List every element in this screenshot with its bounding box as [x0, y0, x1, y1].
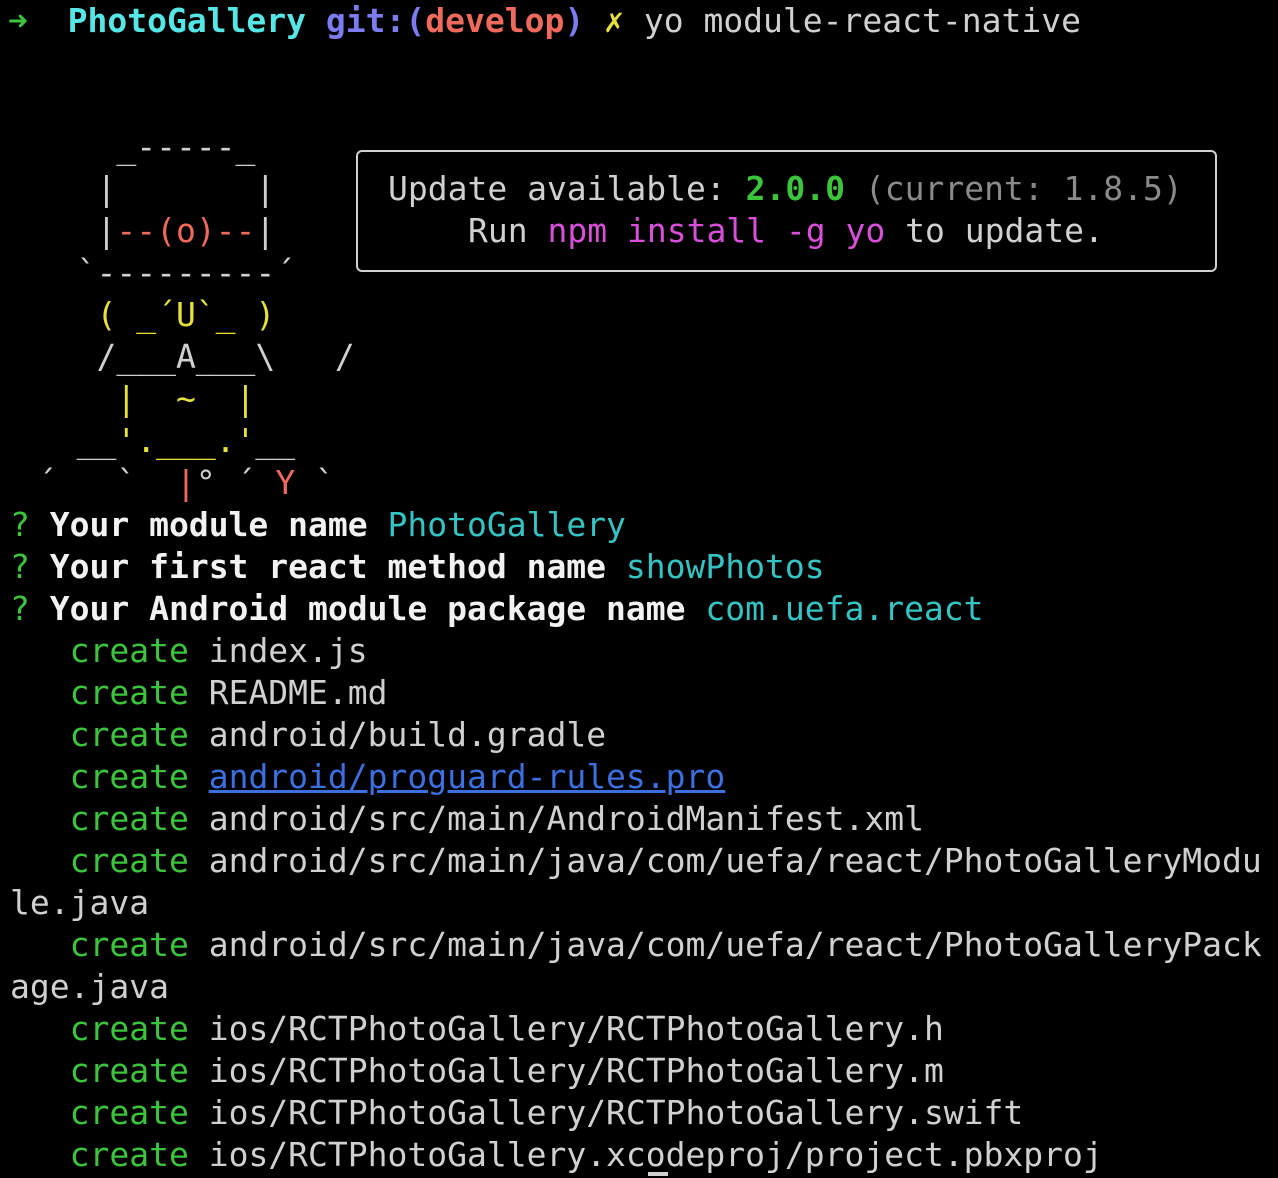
file-path: android/build.gradle: [208, 715, 607, 754]
question-line: ? Your first react method name showPhoto…: [10, 546, 825, 588]
update-available-line: Update available: 2.0.0 (current: 1.8.5): [388, 168, 1183, 210]
file-path: android/src/main/AndroidManifest.xml: [208, 799, 924, 838]
create-verb: create: [69, 1135, 189, 1174]
question-mark-icon: ?: [10, 505, 30, 544]
art-leg: Y: [275, 463, 296, 502]
file-path: android/src/main/java/com/uefa/react/Pho…: [208, 841, 1262, 880]
answer-text: PhotoGallery: [387, 505, 626, 544]
create-line: create README.md: [10, 672, 388, 714]
file-path-wrap: le.java: [10, 883, 150, 922]
question-line: ? Your module name PhotoGallery: [10, 504, 626, 546]
create-line: create ios/RCTPhotoGallery/RCTPhotoGalle…: [10, 1092, 1024, 1134]
text-cursor: [648, 1172, 668, 1176]
art-eye: --(o)--: [116, 211, 256, 250]
art-belt: '.___.': [116, 421, 256, 460]
cmd-yo: yo: [845, 211, 886, 250]
update-command-line: Run npm install -g yo to update.: [468, 210, 1104, 252]
cmd-npm: npm: [547, 211, 608, 250]
create-verb: create: [69, 841, 189, 880]
git-prefix: git:(: [325, 1, 426, 40]
question-text: Your module name: [49, 505, 368, 544]
create-verb: create: [69, 673, 189, 712]
file-path: ios/RCTPhotoGallery/RCTPhotoGallery.swif…: [208, 1093, 1024, 1132]
art-line: _-----_: [17, 127, 256, 166]
create-line: create android/src/main/java/com/uefa/re…: [10, 840, 1262, 882]
create-line: create index.js: [10, 630, 368, 672]
question-mark-icon: ?: [10, 547, 30, 586]
update-tail: to update.: [905, 211, 1104, 250]
art-line: __: [17, 421, 117, 460]
file-path: ios/RCTPhotoGallery.xcodeproj/project.pb…: [208, 1135, 1103, 1174]
wrapped-line: age.java: [10, 966, 169, 1008]
art-line: `: [295, 463, 335, 502]
art-line: __: [255, 421, 296, 460]
question-mark-icon: ?: [10, 589, 30, 628]
question-text: Your Android module package name: [49, 589, 686, 628]
art-line: |: [17, 211, 117, 250]
create-line: create android/src/main/AndroidManifest.…: [10, 798, 924, 840]
art-line: /___A___\ /: [17, 337, 355, 376]
update-label: Update available:: [388, 169, 726, 208]
art-body: | ~ |: [17, 379, 256, 418]
create-line: create android/proguard-rules.pro: [10, 756, 726, 798]
create-verb: create: [69, 1009, 189, 1048]
file-path: ios/RCTPhotoGallery/RCTPhotoGallery.m: [208, 1051, 944, 1090]
create-line: create ios/RCTPhotoGallery/RCTPhotoGalle…: [10, 1008, 944, 1050]
art-leg: |: [175, 463, 196, 502]
answer-text: showPhotos: [625, 547, 825, 586]
answer-text: com.uefa.react: [705, 589, 984, 628]
git-dirty-icon: ✗: [604, 1, 624, 40]
create-verb: create: [69, 799, 189, 838]
art-line: ° ´: [195, 463, 276, 502]
file-path-link[interactable]: android/proguard-rules.pro: [209, 757, 726, 796]
file-path-wrap: age.java: [10, 967, 169, 1006]
create-line: create android/build.gradle: [10, 714, 606, 756]
create-verb: create: [69, 757, 189, 796]
current-version: (current: 1.8.5): [864, 169, 1183, 208]
art-line: | |: [17, 169, 276, 208]
create-line: create ios/RCTPhotoGallery.xcodeproj/pro…: [10, 1134, 1103, 1176]
cmd-flag: -g: [785, 211, 826, 250]
git-suffix: ): [564, 1, 585, 40]
git-branch: develop: [425, 1, 565, 40]
shell-prompt: ➜ PhotoGallery git:(develop) ✗ yo module…: [8, 0, 1081, 42]
prompt-command: yo module-react-native: [643, 1, 1081, 40]
create-line: create android/src/main/java/com/uefa/re…: [10, 924, 1262, 966]
terminal-window[interactable]: ➜ PhotoGallery git:(develop) ✗ yo module…: [0, 0, 1278, 1178]
cmd-install: install: [626, 211, 767, 250]
art-line: |: [255, 211, 276, 250]
file-path: index.js: [208, 631, 368, 670]
art-line: `---------´: [17, 253, 296, 292]
art-face: ( _´U`_ ): [17, 295, 276, 334]
wrapped-line: le.java: [10, 882, 149, 924]
create-verb: create: [69, 631, 189, 670]
create-verb: create: [69, 1051, 189, 1090]
run-label: Run: [468, 211, 528, 250]
file-path: ios/RCTPhotoGallery/RCTPhotoGallery.h: [208, 1009, 944, 1048]
yeoman-ascii-art: _-----_ | | |--(o)--| `---------´ ( _´U`…: [17, 84, 355, 546]
create-verb: create: [69, 925, 189, 964]
question-line: ? Your Android module package name com.u…: [10, 588, 984, 630]
file-path: android/src/main/java/com/uefa/react/Pho…: [208, 925, 1262, 964]
create-verb: create: [69, 715, 189, 754]
question-text: Your first react method name: [49, 547, 607, 586]
new-version: 2.0.0: [745, 169, 845, 208]
prompt-arrow-icon: ➜: [8, 1, 28, 40]
file-path: README.md: [208, 673, 388, 712]
create-verb: create: [69, 1093, 189, 1132]
prompt-directory: PhotoGallery: [67, 1, 307, 40]
art-line: ´ `: [17, 463, 176, 502]
create-line: create ios/RCTPhotoGallery/RCTPhotoGalle…: [10, 1050, 944, 1092]
